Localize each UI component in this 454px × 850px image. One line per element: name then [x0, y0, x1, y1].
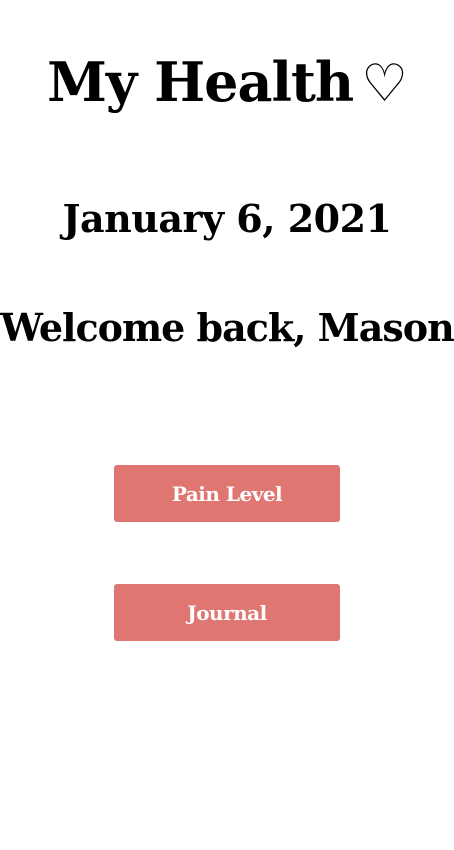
pain-level-button[interactable]: Pain Level: [114, 465, 340, 522]
welcome-message: Welcome back, Mason: [0, 305, 454, 350]
heart-icon: ♡: [361, 54, 408, 114]
current-date: January 6, 2021: [62, 196, 392, 241]
journal-button[interactable]: Journal: [114, 584, 340, 641]
app-title-text: My Health: [47, 50, 354, 114]
app-title: My Health ♡: [0, 46, 454, 120]
home-screen: My Health ♡ January 6, 2021 Welcome back,…: [0, 0, 454, 850]
